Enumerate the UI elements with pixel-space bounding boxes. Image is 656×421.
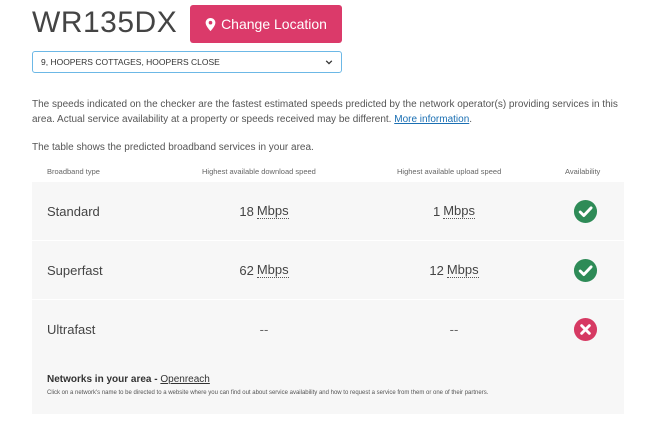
table-row: Standard 18 Mbps 1 Mbps — [32, 182, 624, 240]
download-speed: -- — [212, 300, 316, 358]
chevron-down-icon — [325, 60, 333, 65]
broadband-type: Superfast — [47, 262, 103, 278]
download-value: 18 — [239, 203, 254, 219]
upload-value: -- — [449, 321, 459, 337]
download-unit[interactable]: Mbps — [256, 203, 289, 219]
table-intro: The table shows the predicted broadband … — [32, 142, 314, 153]
networks-title: Networks in your area - — [47, 374, 161, 385]
broadband-type: Standard — [47, 203, 100, 219]
header-broadband-type: Broadband type — [47, 167, 100, 176]
speed-disclaimer-text: The speeds indicated on the checker are … — [32, 99, 618, 125]
check-circle-icon — [573, 199, 597, 223]
postcode-title: WR135DX — [32, 6, 178, 39]
download-speed: 62 Mbps — [212, 241, 316, 299]
upload-value: 1 — [432, 203, 441, 219]
change-location-label: Change Location — [221, 16, 327, 32]
download-unit[interactable]: Mbps — [256, 262, 289, 278]
header-download-speed: Highest available download speed — [202, 167, 316, 176]
more-information-link[interactable]: More information — [394, 114, 469, 125]
availability-cell — [572, 241, 598, 299]
speed-disclaimer: The speeds indicated on the checker are … — [32, 98, 624, 127]
download-value: 62 — [239, 262, 254, 278]
change-location-button[interactable]: Change Location — [190, 5, 342, 43]
upload-value: 12 — [429, 262, 444, 278]
header-upload-speed: Highest available upload speed — [397, 167, 502, 176]
upload-speed: 12 Mbps — [402, 241, 506, 299]
address-select[interactable]: 9, HOOPERS COTTAGES, HOOPERS CLOSE — [32, 51, 342, 73]
table-row: Superfast 62 Mbps 12 Mbps — [32, 241, 624, 299]
map-marker-icon — [205, 17, 216, 31]
upload-unit[interactable]: Mbps — [443, 203, 476, 219]
download-value: -- — [259, 321, 269, 337]
network-operator-link[interactable]: Openreach — [160, 374, 209, 385]
broadband-type: Ultrafast — [47, 321, 96, 337]
speed-disclaimer-end: . — [469, 113, 473, 125]
networks-note: Click on a network's name to be directed… — [47, 390, 489, 396]
upload-unit[interactable]: Mbps — [446, 262, 479, 278]
availability-cell — [572, 182, 598, 240]
upload-speed: 1 Mbps — [402, 182, 506, 240]
address-select-value: 9, HOOPERS COTTAGES, HOOPERS CLOSE — [41, 57, 220, 67]
cross-circle-icon — [573, 317, 597, 341]
networks-heading: Networks in your area - Openreach — [47, 374, 210, 385]
upload-speed: -- — [402, 300, 506, 358]
availability-cell — [572, 300, 598, 358]
header-availability: Availability — [565, 167, 601, 176]
broadband-table: Standard 18 Mbps 1 Mbps Superfast 62 Mbp… — [32, 182, 624, 414]
table-row: Ultrafast -- -- — [32, 300, 624, 358]
check-circle-icon — [573, 258, 597, 282]
download-speed: 18 Mbps — [212, 182, 316, 240]
